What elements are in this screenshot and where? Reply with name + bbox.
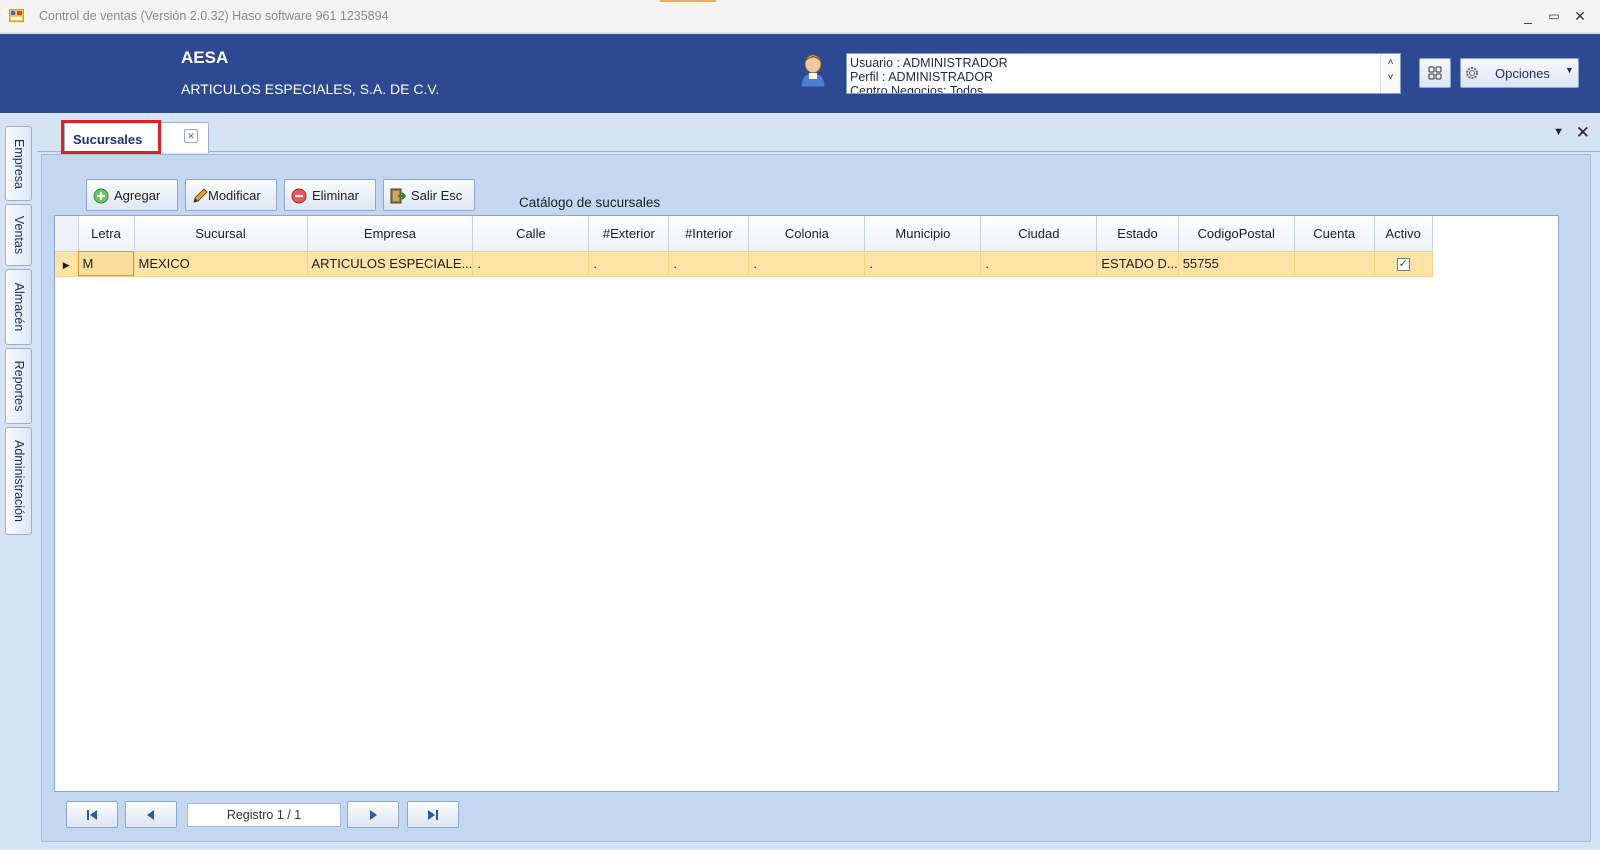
delete-icon — [291, 188, 307, 204]
sucursales-panel: Agregar Modificar Eliminar Salir Esc Cat… — [41, 154, 1591, 842]
table-row[interactable]: ▶ M MEXICO ARTICULOS ESPECIALE... . . . … — [55, 251, 1433, 277]
previous-record-button[interactable] — [125, 801, 177, 828]
grid-icon — [1428, 66, 1442, 80]
cell-letra[interactable]: M — [78, 251, 135, 277]
last-record-button[interactable] — [407, 801, 459, 828]
cell-municipio[interactable]: . — [864, 251, 982, 277]
sidebar-tab-almacen[interactable]: Almacén — [5, 269, 32, 345]
sidebar-tab-reportes[interactable]: Reportes — [5, 348, 32, 424]
scroll-up-icon[interactable]: ˄ — [1381, 57, 1400, 68]
column-header[interactable]: Colonia — [748, 216, 866, 252]
cell-colonia[interactable]: . — [748, 251, 866, 277]
sidebar-tab-administracion[interactable]: Administración — [5, 427, 32, 535]
document-tabstrip: Sucursales ✕ ▼ ✕ — [37, 118, 1600, 154]
add-button[interactable]: Agregar — [86, 179, 178, 211]
last-record-icon — [428, 809, 438, 820]
delete-label: Eliminar — [312, 188, 359, 203]
sidebar-tab-label: Ventas — [11, 215, 26, 255]
cell-sucursal[interactable]: MEXICO — [134, 251, 308, 277]
add-icon — [93, 188, 109, 204]
next-record-button[interactable] — [347, 801, 399, 828]
apps-grid-button[interactable] — [1419, 58, 1451, 88]
catalog-title: Catálogo de sucursales — [519, 195, 661, 210]
column-header[interactable]: #Exterior — [588, 216, 670, 252]
sidebar-tab-label: Almacén — [11, 282, 26, 332]
sucursales-grid[interactable]: Letra Sucursal Empresa Calle #Exterior #… — [54, 215, 1559, 792]
column-header[interactable]: Empresa — [307, 216, 474, 252]
sidebar-tab-label: Reportes — [11, 360, 26, 412]
document-area: Sucursales ✕ ▼ ✕ Agregar Modificar Elimi… — [37, 118, 1600, 848]
column-header[interactable]: CodigoPostal — [1178, 216, 1295, 252]
close-window-button[interactable]: ✕ — [1570, 6, 1590, 26]
close-document-icon[interactable]: ✕ — [1576, 123, 1590, 143]
first-record-icon — [87, 809, 97, 820]
column-header[interactable]: Cuenta — [1294, 216, 1375, 252]
tab-list-dropdown-icon[interactable]: ▼ — [1553, 126, 1564, 138]
company-short-name: AESA — [181, 48, 229, 67]
first-record-button[interactable] — [66, 801, 118, 828]
column-header[interactable]: Ciudad — [980, 216, 1098, 252]
add-label: Agregar — [114, 188, 161, 203]
titlebar-accent — [660, 0, 716, 2]
window-titlebar: Control de ventas (Versión 2.0.32) Haso … — [0, 0, 1600, 33]
cell-cuenta[interactable] — [1294, 251, 1375, 277]
column-header[interactable]: Calle — [472, 216, 590, 252]
record-indicator: Registro 1 / 1 — [187, 803, 341, 827]
restore-button[interactable]: ▭ — [1544, 6, 1564, 26]
cell-estado[interactable]: ESTADO D... — [1096, 251, 1179, 277]
column-header[interactable]: Municipio — [864, 216, 982, 252]
cell-ciudad[interactable]: . — [980, 251, 1098, 277]
profile-line: Perfil : ADMINISTRADOR — [850, 70, 994, 84]
cell-empresa[interactable]: ARTICULOS ESPECIALE... — [307, 251, 474, 277]
gear-icon — [1466, 67, 1478, 79]
column-header[interactable]: #Interior — [668, 216, 750, 252]
sidebar-tab-label: Empresa — [11, 138, 26, 189]
user-line: Usuario : ADMINISTRADOR — [850, 56, 1008, 70]
cell-activo[interactable]: ✓ — [1374, 251, 1433, 277]
edit-label: Modificar — [208, 188, 261, 203]
user-info-box[interactable]: Usuario : ADMINISTRADOR Perfil : ADMINIS… — [846, 53, 1401, 94]
column-header[interactable]: Letra — [78, 216, 135, 252]
app-icon — [9, 9, 24, 22]
highlight-box — [61, 120, 161, 154]
options-label: Opciones — [1495, 66, 1550, 81]
window-title: Control de ventas (Versión 2.0.32) Haso … — [39, 9, 389, 23]
scroll-down-icon[interactable]: ˅ — [1381, 72, 1400, 83]
cell-exterior[interactable]: . — [588, 251, 670, 277]
exit-door-icon — [390, 188, 406, 204]
grid-header-row: Letra Sucursal Empresa Calle #Exterior #… — [55, 216, 1433, 252]
grid-table: Letra Sucursal Empresa Calle #Exterior #… — [55, 216, 1433, 277]
column-header[interactable]: Sucursal — [134, 216, 308, 252]
activo-checkbox[interactable]: ✓ — [1396, 258, 1410, 272]
exit-button[interactable]: Salir Esc — [383, 179, 475, 211]
options-button[interactable]: Opciones ▼ — [1460, 58, 1579, 88]
side-navigation: Empresa Ventas Almacén Reportes Administ… — [0, 118, 35, 848]
minimize-button[interactable]: _ — [1518, 6, 1538, 26]
exit-label: Salir Esc — [411, 188, 463, 203]
business-center-line: Centro Negocios: Todos — [850, 84, 984, 94]
sidebar-tab-empresa[interactable]: Empresa — [5, 126, 32, 201]
sidebar-tab-label: Administración — [11, 440, 26, 522]
current-row-arrow-icon: ▶ — [55, 251, 79, 277]
row-indicator-header — [55, 216, 79, 252]
delete-button[interactable]: Eliminar — [284, 179, 376, 211]
pencil-icon — [193, 188, 208, 203]
tab-close-icon[interactable]: ✕ — [184, 129, 198, 143]
previous-record-icon — [147, 809, 154, 820]
chevron-down-icon: ▼ — [1565, 65, 1574, 75]
next-record-icon — [370, 809, 377, 820]
user-info-scroller[interactable]: ˄ ˅ — [1380, 54, 1400, 93]
cell-interior[interactable]: . — [668, 251, 750, 277]
edit-button[interactable]: Modificar — [185, 179, 277, 211]
column-header[interactable]: Activo — [1374, 216, 1433, 252]
cell-codigo-postal[interactable]: 55755 — [1178, 251, 1295, 277]
user-avatar-icon — [800, 54, 826, 87]
sidebar-tab-ventas[interactable]: Ventas — [5, 204, 32, 266]
cell-calle[interactable]: . — [472, 251, 590, 277]
app-header: AESA ARTICULOS ESPECIALES, S.A. DE C.V. … — [0, 34, 1600, 113]
column-header[interactable]: Estado — [1096, 216, 1179, 252]
company-full-name: ARTICULOS ESPECIALES, S.A. DE C.V. — [181, 81, 440, 97]
